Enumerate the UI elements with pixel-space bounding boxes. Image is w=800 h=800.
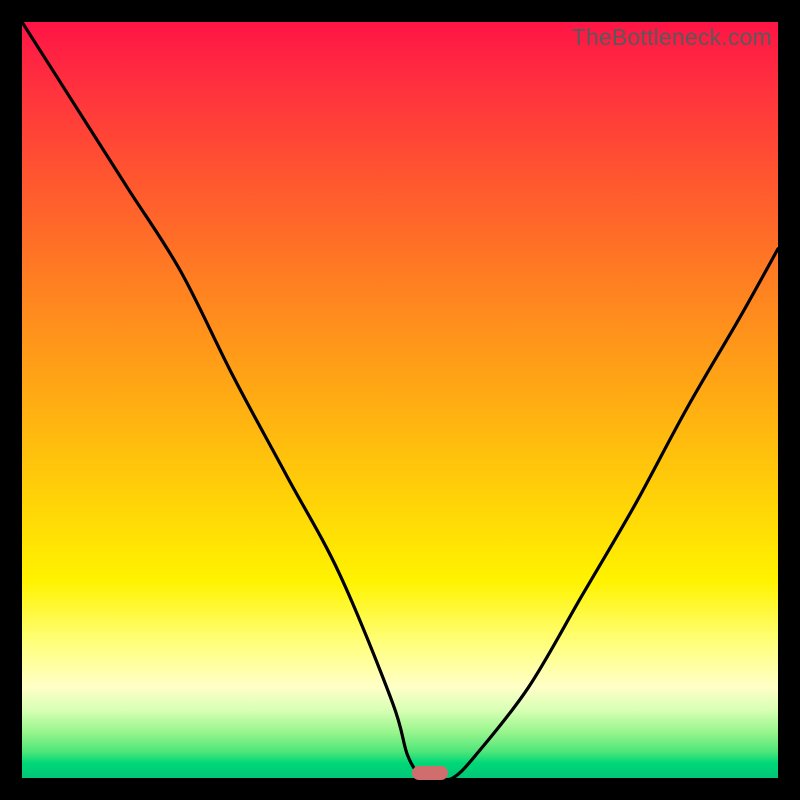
bottleneck-curve (22, 22, 778, 778)
optimal-marker (412, 766, 448, 780)
chart-frame: TheBottleneck.com (0, 0, 800, 800)
plot-area: TheBottleneck.com (22, 22, 778, 778)
